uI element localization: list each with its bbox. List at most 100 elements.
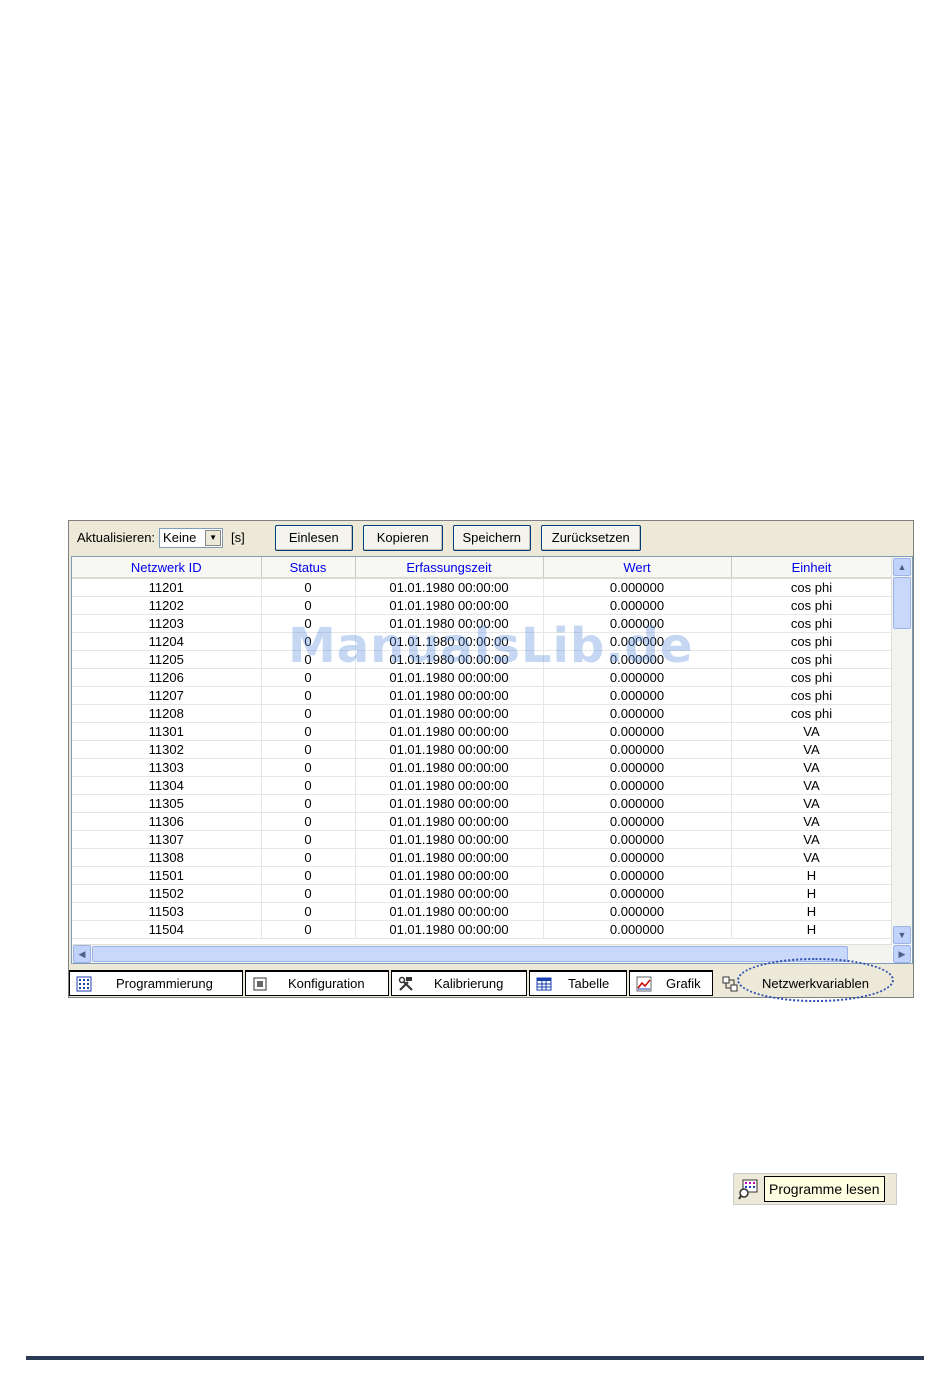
tab-label: Konfiguration	[288, 976, 365, 991]
refresh-interval-select[interactable]: Keine ▼	[159, 527, 224, 548]
refresh-interval-value: Keine	[163, 530, 197, 545]
table-cell: 0.000000	[543, 758, 732, 777]
chip-icon	[253, 977, 267, 990]
read-programs-button[interactable]: Programme lesen	[733, 1173, 897, 1205]
tab-kalibrierung[interactable]: Kalibrierung	[391, 970, 527, 996]
tab-label: Grafik	[666, 976, 701, 991]
table-cell: 0.000000	[543, 794, 732, 813]
read-in-button[interactable]: Einlesen	[274, 524, 353, 551]
copy-button[interactable]: Kopieren	[362, 524, 443, 551]
scroll-up-icon[interactable]: ▲	[893, 558, 911, 576]
table-cell: 0	[261, 884, 356, 903]
table-cell: 01.01.1980 00:00:00	[355, 884, 544, 903]
table-cell: 11301	[72, 722, 262, 741]
table-cell: 0.000000	[543, 848, 732, 867]
table-cell: 0	[261, 776, 356, 795]
save-button[interactable]: Speichern	[452, 524, 531, 551]
table-cell: 0	[261, 704, 356, 723]
tab-konfiguration[interactable]: Konfiguration	[245, 970, 389, 996]
table-cell: cos phi	[731, 668, 893, 687]
table-cell: cos phi	[731, 596, 893, 615]
refresh-unit: [s]	[231, 530, 245, 545]
table-cell: 0.000000	[543, 902, 732, 921]
horizontal-scroll-thumb[interactable]	[92, 946, 848, 962]
table-cell: VA	[731, 740, 893, 759]
table-row[interactable]: 11201 0 01.01.1980 00:00:00 0.000000 cos phi	[72, 578, 893, 597]
table-cell: H	[731, 920, 893, 939]
table-cell: 0	[261, 722, 356, 741]
table-row[interactable]: 11305 0 01.01.1980 00:00:00 0.000000 VA	[72, 794, 893, 813]
table-cell: cos phi	[731, 686, 893, 705]
tab-tabelle[interactable]: Tabelle	[529, 970, 627, 996]
vertical-scroll-thumb[interactable]	[893, 577, 911, 629]
table-cell: 01.01.1980 00:00:00	[355, 794, 544, 813]
table-cell: 0	[261, 866, 356, 885]
table-row[interactable]: 11308 0 01.01.1980 00:00:00 0.000000 VA	[72, 848, 893, 867]
table-cell: 0.000000	[543, 812, 732, 831]
table-row[interactable]: 11207 0 01.01.1980 00:00:00 0.000000 cos phi	[72, 686, 893, 705]
table-row[interactable]: 11202 0 01.01.1980 00:00:00 0.000000 cos phi	[72, 596, 893, 615]
tab-label: Kalibrierung	[434, 976, 504, 991]
tab-grafik[interactable]: Grafik	[629, 970, 713, 996]
table-row[interactable]: 11301 0 01.01.1980 00:00:00 0.000000 VA	[72, 722, 893, 741]
table-cell: 0.000000	[543, 686, 732, 705]
table-cell: 0	[261, 740, 356, 759]
table-cell: 0.000000	[543, 830, 732, 849]
table-cell: 11207	[72, 686, 262, 705]
table-cell: 11307	[72, 830, 262, 849]
network-variables-window: Aktualisieren: Keine ▼ [s] Einlesen Kopi…	[68, 520, 914, 998]
column-header-network-id[interactable]: Netzwerk ID	[72, 557, 262, 579]
table-cell: 0	[261, 830, 356, 849]
table-cell: 01.01.1980 00:00:00	[355, 758, 544, 777]
table-cell: VA	[731, 812, 893, 831]
column-header-status[interactable]: Status	[261, 557, 356, 579]
chart-icon	[636, 976, 652, 991]
table-cell: 01.01.1980 00:00:00	[355, 596, 544, 615]
table-cell: 0.000000	[543, 740, 732, 759]
read-programs-label: Programme lesen	[764, 1176, 885, 1202]
reset-button[interactable]: Zurücksetzen	[540, 524, 641, 551]
table-row[interactable]: 11304 0 01.01.1980 00:00:00 0.000000 VA	[72, 776, 893, 795]
table-cell: 01.01.1980 00:00:00	[355, 704, 544, 723]
table-row[interactable]: 11208 0 01.01.1980 00:00:00 0.000000 cos phi	[72, 704, 893, 723]
table-cell: 0.000000	[543, 884, 732, 903]
table-cell: 11303	[72, 758, 262, 777]
column-header-unit[interactable]: Einheit	[731, 557, 893, 579]
table-cell: 0	[261, 578, 356, 597]
table-cell: 01.01.1980 00:00:00	[355, 722, 544, 741]
table-cell: 0.000000	[543, 722, 732, 741]
table-cell: 11203	[72, 614, 262, 633]
table-cell: 01.01.1980 00:00:00	[355, 920, 544, 939]
table-row[interactable]: 11503 0 01.01.1980 00:00:00 0.000000 H	[72, 902, 893, 921]
table-cell: 11504	[72, 920, 262, 939]
refresh-label: Aktualisieren:	[77, 530, 156, 545]
table-row[interactable]: 11307 0 01.01.1980 00:00:00 0.000000 VA	[72, 830, 893, 849]
table-row[interactable]: 11302 0 01.01.1980 00:00:00 0.000000 VA	[72, 740, 893, 759]
table-row[interactable]: 11501 0 01.01.1980 00:00:00 0.000000 H	[72, 866, 893, 885]
table-cell: cos phi	[731, 578, 893, 597]
table-cell: H	[731, 902, 893, 921]
column-header-capture-time[interactable]: Erfassungszeit	[355, 557, 544, 579]
tab-highlight-ellipse	[737, 958, 894, 1002]
chevron-down-icon[interactable]: ▼	[205, 529, 222, 546]
table-cell: VA	[731, 776, 893, 795]
column-header-value[interactable]: Wert	[543, 557, 732, 579]
table-cell: 01.01.1980 00:00:00	[355, 902, 544, 921]
table-row[interactable]: 11504 0 01.01.1980 00:00:00 0.000000 H	[72, 920, 893, 939]
vertical-scrollbar[interactable]: ▲ ▼	[891, 557, 912, 945]
horizontal-scrollbar[interactable]: ◀ ▶	[72, 944, 911, 963]
watermark: ManualsLib.de	[288, 618, 694, 674]
table-row[interactable]: 11303 0 01.01.1980 00:00:00 0.000000 VA	[72, 758, 893, 777]
table-cell: 11205	[72, 650, 262, 669]
scroll-left-icon[interactable]: ◀	[73, 945, 91, 963]
scroll-down-icon[interactable]: ▼	[893, 926, 911, 944]
tab-programmierung[interactable]: Programmierung	[69, 970, 243, 996]
table-cell: cos phi	[731, 614, 893, 633]
table-row[interactable]: 11306 0 01.01.1980 00:00:00 0.000000 VA	[72, 812, 893, 831]
table-cell: VA	[731, 794, 893, 813]
table-cell: 01.01.1980 00:00:00	[355, 848, 544, 867]
table-row[interactable]: 11502 0 01.01.1980 00:00:00 0.000000 H	[72, 884, 893, 903]
scroll-right-icon[interactable]: ▶	[893, 945, 911, 963]
table-cell: 0.000000	[543, 596, 732, 615]
toolbar: Aktualisieren: Keine ▼ [s] Einlesen Kopi…	[69, 521, 913, 554]
